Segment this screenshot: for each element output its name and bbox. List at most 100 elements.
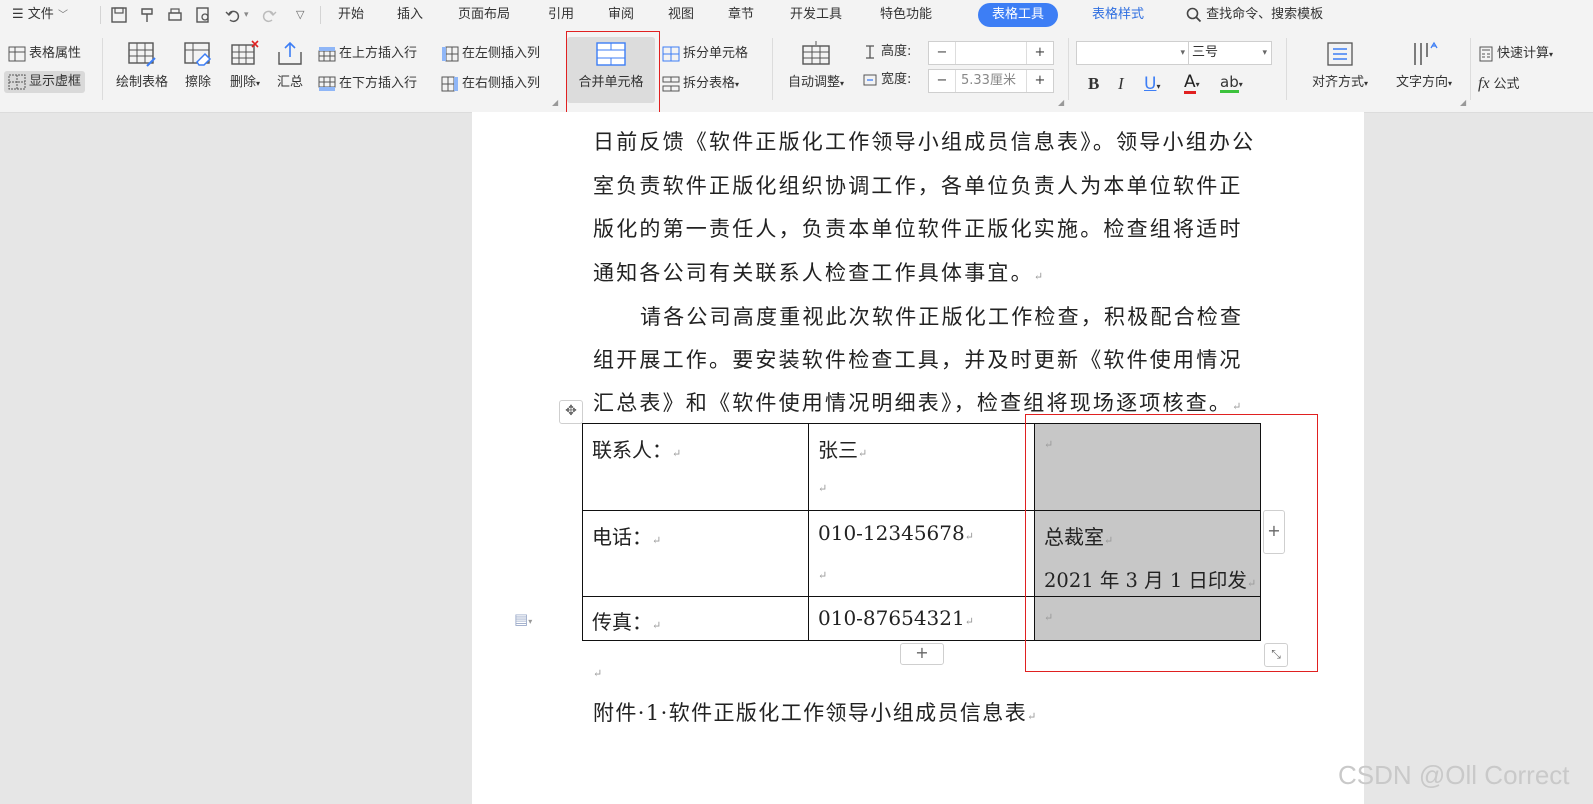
redo-icon[interactable] — [260, 6, 278, 24]
bold-button[interactable]: B — [1088, 73, 1099, 95]
undo-icon[interactable] — [224, 6, 242, 24]
width-stepper[interactable]: − 5.33厘米 + — [928, 69, 1054, 93]
body-line-4[interactable]: 通知各公司有关联系人检查工作具体事宜。↵ — [593, 257, 1043, 287]
body-line-5-text: 请各公司高度重视此次软件正版化工作检查，积极配合检查 — [640, 305, 1244, 329]
customize-toolbar-icon[interactable]: ▽ — [296, 0, 304, 30]
phone-number: 010-12345678↵ — [818, 521, 974, 545]
split-cells-label: 拆分单元格 — [683, 46, 749, 61]
print-preview-icon[interactable] — [194, 6, 212, 24]
paragraph-mark-icon: ↵ — [652, 619, 662, 632]
tab-table-tools[interactable]: 表格工具 — [978, 3, 1059, 27]
insert-row-below-button[interactable]: 在下方插入行 — [318, 73, 417, 95]
body-line-5[interactable]: 请各公司高度重视此次软件正版化工作检查，积极配合检查 — [640, 301, 1243, 331]
save-icon[interactable] — [110, 6, 128, 24]
print-icon[interactable] — [166, 6, 184, 24]
split-cells-button[interactable]: 拆分单元格 — [662, 43, 748, 65]
italic-button[interactable]: I — [1118, 73, 1124, 95]
height-stepper[interactable]: − + — [928, 41, 1054, 65]
table-properties-button[interactable]: 表格属性 — [8, 43, 81, 65]
width-value[interactable]: 5.33厘米 — [961, 70, 1016, 92]
body-line-2-text: 室负责软件正版化组织协调工作，各单位负责人为本单位软件正 — [593, 174, 1243, 198]
width-decrease-button[interactable]: − — [929, 70, 956, 92]
draw-table-button[interactable]: 绘制表格 — [110, 36, 174, 96]
table-cell[interactable]: 联系人：↵ — [582, 423, 809, 511]
tab-start[interactable]: 开始 — [338, 0, 364, 30]
show-gridlines-label: 显示虚框 — [29, 74, 82, 89]
table-cell[interactable]: 传真：↵ — [582, 596, 809, 641]
tab-page-layout[interactable]: 页面布局 — [458, 0, 510, 30]
chevron-down-icon: ▾ — [840, 79, 845, 88]
table-cell[interactable]: 电话：↵ — [582, 510, 809, 597]
tab-review[interactable]: 审阅 — [608, 0, 634, 30]
width-increase-button[interactable]: + — [1026, 70, 1053, 92]
split-table-button[interactable]: 拆分表格▾ — [662, 73, 739, 95]
paragraph-layout-icon[interactable]: ▤▾ — [514, 610, 532, 628]
table-move-handle-icon[interactable]: ✥ — [559, 400, 583, 424]
align-label-wrap: 对齐方式▾ — [1300, 71, 1380, 90]
paragraph-mark-icon: ↵ — [1027, 710, 1037, 723]
add-row-button[interactable]: + — [900, 643, 944, 665]
underline-button[interactable]: U▾ — [1144, 73, 1160, 95]
font-color-button[interactable]: A▾ — [1184, 73, 1200, 95]
paragraph-mark-icon: ↵ — [818, 482, 828, 495]
table-cell[interactable]: 张三↵ ↵ — [808, 423, 1035, 511]
add-column-button[interactable]: + — [1263, 510, 1285, 554]
height-increase-button[interactable]: + — [1026, 42, 1053, 64]
group-launcher-icon[interactable]: ◢ — [552, 98, 558, 107]
insert-col-left-button[interactable]: 在左侧插入列 — [441, 43, 540, 65]
body-line-7[interactable]: 汇总表》和《软件使用情况明细表》，检查组将现场逐项核查。↵ — [593, 387, 1241, 417]
tab-view[interactable]: 视图 — [668, 0, 694, 30]
fax-label-text: 传真： — [592, 610, 652, 634]
empty-paragraph[interactable]: ↵ — [593, 658, 602, 682]
text-direction-button[interactable]: 文字方向▾ — [1384, 36, 1464, 96]
attachment-text: 附件·1·软件正版化工作领导小组成员信息表 — [593, 701, 1028, 725]
group-launcher-icon[interactable]: ◢ — [1058, 98, 1064, 107]
delete-button[interactable]: 删除▾ — [222, 36, 268, 96]
tab-insert[interactable]: 插入 — [397, 0, 423, 30]
ribbon: 表格属性 显示虚框 绘制表格 擦除 删除▾ 汇总 在上方插入行 在下方插入行 在… — [0, 30, 1593, 113]
body-line-3[interactable]: 版化的第一责任人，负责本单位软件正版化实施。检查组将适时 — [593, 213, 1243, 243]
summary-button[interactable]: 汇总 — [270, 36, 310, 96]
body-line-6[interactable]: 组开展工作。要安装软件检查工具，并及时更新《软件使用情况 — [593, 344, 1243, 374]
tab-references[interactable]: 引用 — [548, 0, 574, 30]
tab-table-style[interactable]: 表格样式 — [1092, 0, 1144, 30]
search-box[interactable]: 查找命令、搜索模板 — [1186, 0, 1323, 30]
group-launcher-icon[interactable]: ◢ — [1460, 98, 1466, 107]
align-button[interactable]: 对齐方式▾ — [1300, 36, 1380, 96]
table-properties-label: 表格属性 — [29, 46, 82, 61]
table-resize-handle-icon[interactable]: ⤡ — [1264, 643, 1288, 667]
body-line-1[interactable]: 日前反馈《软件正版化工作领导小组成员信息表》。领导小组办公 — [593, 126, 1255, 156]
insert-row-above-label: 在上方插入行 — [339, 46, 418, 61]
format-painter-icon[interactable] — [138, 6, 156, 24]
formula-button[interactable]: fx 公式 — [1478, 73, 1520, 95]
table-cell[interactable]: 010-12345678↵ ↵ — [808, 510, 1035, 597]
insert-row-above-button[interactable]: 在上方插入行 — [318, 43, 417, 65]
formula-icon: fx — [1478, 75, 1490, 92]
font-size-select[interactable]: 三号 ▾ — [1188, 41, 1272, 65]
erase-button[interactable]: 擦除 — [178, 36, 218, 96]
tab-developer[interactable]: 开发工具 — [790, 0, 842, 30]
attachment-line[interactable]: 附件·1·软件正版化工作领导小组成员信息表↵ — [593, 697, 1036, 727]
divider — [320, 6, 321, 24]
font-name-select[interactable]: ▾ — [1076, 41, 1190, 65]
highlight-button[interactable]: ab▾ — [1220, 73, 1243, 95]
paragraph-mark-icon: ↵ — [1232, 400, 1242, 413]
body-line-2[interactable]: 室负责软件正版化组织协调工作，各单位负责人为本单位软件正 — [593, 170, 1243, 200]
auto-fit-button[interactable]: 自动调整▾ — [778, 36, 854, 96]
table-properties-icon — [8, 46, 26, 61]
undo-dropdown-icon[interactable]: ▾ — [244, 0, 249, 30]
merge-cells-highlight-box — [566, 31, 660, 113]
gridlines-icon — [8, 74, 26, 89]
divider — [1470, 38, 1471, 100]
quick-calc-button[interactable]: 快速计算▾ — [1478, 43, 1553, 65]
summary-icon — [278, 41, 302, 65]
body-line-4-text: 通知各公司有关联系人检查工作具体事宜。 — [593, 261, 1034, 285]
show-gridlines-button[interactable]: 显示虚框 — [4, 71, 86, 93]
table-cell[interactable]: 010-87654321↵ — [808, 596, 1035, 641]
insert-col-right-button[interactable]: 在右侧插入列 — [441, 73, 540, 95]
tab-special[interactable]: 特色功能 — [880, 0, 932, 30]
height-decrease-button[interactable]: − — [929, 42, 956, 64]
tab-section[interactable]: 章节 — [728, 0, 754, 30]
file-menu[interactable]: ☰ 文件 ﹀ — [12, 0, 68, 30]
fax-number: 010-87654321↵ — [818, 606, 974, 630]
